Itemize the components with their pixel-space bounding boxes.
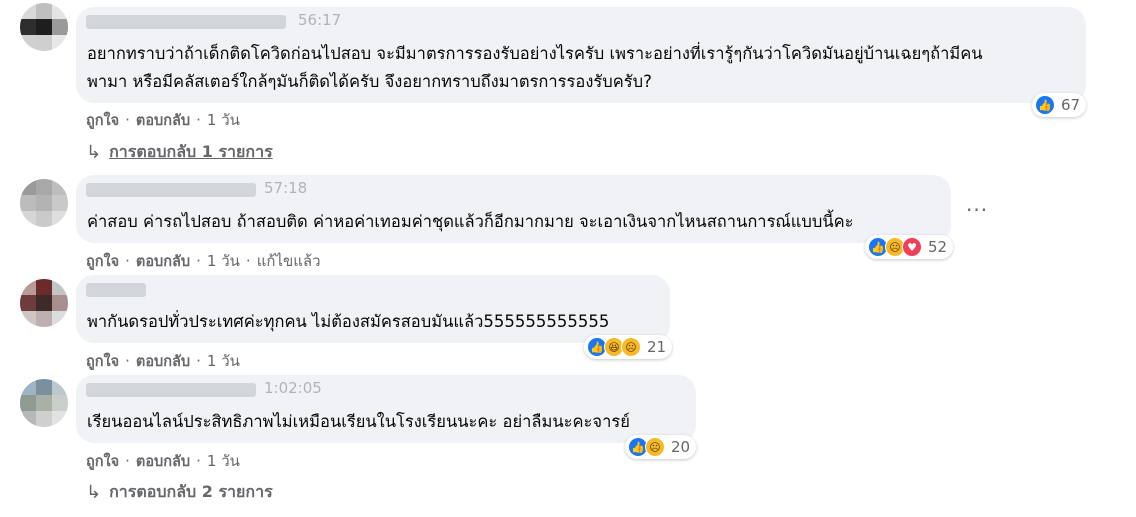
avatar[interactable] — [20, 3, 68, 51]
sad-reaction-icon: ☹ — [621, 337, 641, 357]
reply-button[interactable]: ตอบกลับ — [136, 450, 190, 473]
comment-actions: ถูกใจ · ตอบกลับ · 1 วัน · แก้ไขแล้ว — [86, 249, 321, 273]
separator-dot: · — [125, 452, 130, 470]
separator-dot: · — [245, 252, 251, 270]
replies-count-label: การตอบกลับ 1 รายการ — [109, 142, 273, 161]
reply-arrow-icon: ↳ — [86, 142, 102, 163]
comment-text-line: เรียนออนไลน์ประสิทธิภาพไม่เหมือนเรียนในโ… — [87, 412, 630, 431]
reply-button[interactable]: ตอบกลับ — [136, 109, 190, 132]
comment-bubble: 56:17 อยากทราบว่าถ้าเด็กติดโควิดก่อนไปสอ… — [76, 7, 1086, 103]
timestamp: 57:18 — [264, 179, 308, 197]
like-reaction-icon: 👍 — [1035, 95, 1055, 115]
comment-bubble: 1:02:05 เรียนออนไลน์ประสิทธิภาพไม่เหมือน… — [76, 375, 696, 443]
separator-dot: · — [125, 252, 130, 270]
reaction-summary[interactable]: 👍 67 — [1032, 93, 1087, 117]
reaction-count: 67 — [1061, 96, 1081, 114]
reaction-summary[interactable]: 👍 😆 ☹ 21 — [584, 335, 673, 359]
view-replies-link[interactable]: ↳ การตอบกลับ 1 รายการ — [86, 140, 273, 165]
comment-actions: ถูกใจ · ตอบกลับ · 1 วัน — [86, 449, 240, 473]
comment-bubble: พากันดรอปทั่วประเทศค่ะทุกคน ไม่ต้องสมัคร… — [76, 275, 670, 343]
like-button[interactable]: ถูกใจ — [86, 250, 119, 273]
separator-dot: · — [196, 252, 201, 270]
comment-text-line: พามา หรือมีคลัสเตอร์ใกล้ๆมันก็ติดได้ครับ… — [87, 72, 652, 91]
reaction-count: 20 — [671, 438, 691, 456]
edited-label[interactable]: แก้ไขแล้ว — [257, 249, 321, 273]
replies-count-label: การตอบกลับ 2 รายการ — [109, 482, 273, 501]
reply-arrow-icon: ↳ — [86, 482, 102, 503]
commenter-name-redacted[interactable] — [86, 183, 256, 197]
comment-actions: ถูกใจ · ตอบกลับ · 1 วัน — [86, 349, 240, 373]
separator-dot: · — [196, 111, 201, 129]
reaction-count: 21 — [647, 338, 667, 356]
separator-dot: · — [196, 452, 201, 470]
reaction-count: 52 — [928, 238, 948, 256]
comment-text-line: อยากทราบว่าถ้าเด็กติดโควิดก่อนไปสอบ จะมี… — [87, 44, 983, 63]
comment-age-link[interactable]: 1 วัน — [207, 449, 240, 473]
comment-text-line: พากันดรอปทั่วประเทศค่ะทุกคน ไม่ต้องสมัคร… — [87, 312, 610, 331]
avatar[interactable] — [20, 379, 68, 427]
avatar[interactable] — [20, 179, 68, 227]
comment-text-line: ค่าสอบ ค่ารถไปสอบ ถ้าสอบติด ค่าหอค่าเทอม… — [87, 212, 854, 231]
timestamp: 56:17 — [298, 11, 342, 29]
sad-reaction-icon: ☹ — [645, 437, 665, 457]
like-button[interactable]: ถูกใจ — [86, 109, 119, 132]
comment-bubble: 57:18 ค่าสอบ ค่ารถไปสอบ ถ้าสอบติด ค่าหอค… — [76, 175, 951, 243]
reaction-summary[interactable]: 👍 ☹ ♥ 52 — [865, 235, 954, 259]
love-reaction-icon: ♥ — [902, 237, 922, 257]
separator-dot: · — [196, 352, 201, 370]
view-replies-link[interactable]: ↳ การตอบกลับ 2 รายการ — [86, 480, 273, 505]
like-button[interactable]: ถูกใจ — [86, 450, 119, 473]
comment-actions: ถูกใจ · ตอบกลับ · 1 วัน — [86, 108, 240, 132]
comment-age-link[interactable]: 1 วัน — [207, 108, 240, 132]
separator-dot: · — [125, 352, 130, 370]
comment-age-link[interactable]: 1 วัน — [207, 349, 240, 373]
commenter-name-redacted[interactable] — [86, 15, 286, 29]
reply-button[interactable]: ตอบกลับ — [136, 250, 190, 273]
commenter-name-redacted[interactable] — [86, 383, 256, 397]
reaction-summary[interactable]: 👍 ☹ 20 — [625, 435, 697, 459]
like-button[interactable]: ถูกใจ — [86, 350, 119, 373]
commenter-name-redacted[interactable] — [86, 283, 146, 297]
comment-age-link[interactable]: 1 วัน — [207, 249, 240, 273]
separator-dot: · — [125, 111, 130, 129]
more-options-button[interactable]: ··· — [966, 198, 988, 222]
reply-button[interactable]: ตอบกลับ — [136, 350, 190, 373]
timestamp: 1:02:05 — [264, 379, 322, 397]
avatar[interactable] — [20, 279, 68, 327]
